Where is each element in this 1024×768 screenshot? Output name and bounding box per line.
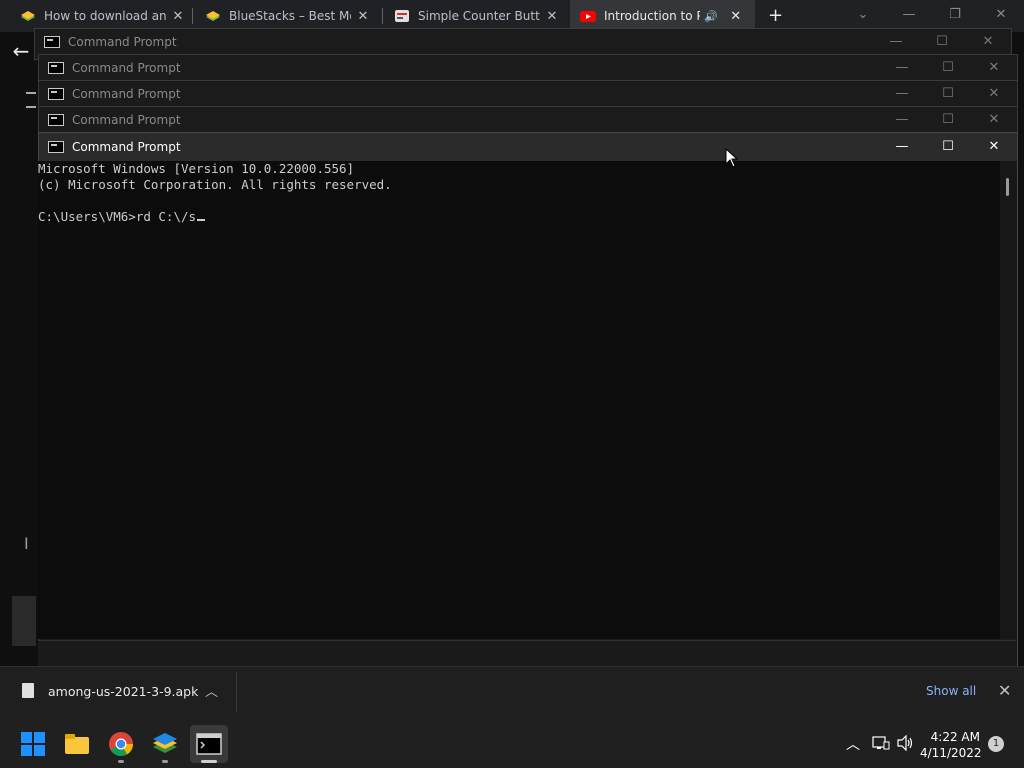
clock-date: 4/11/2022 — [920, 746, 982, 760]
maximize-icon[interactable]: ☐ — [925, 55, 971, 81]
text-cursor — [197, 219, 206, 221]
cmd-titlebar[interactable]: Command Prompt — ☐ ✕ — [39, 55, 1017, 81]
close-icon[interactable]: ✕ — [998, 681, 1011, 700]
console-prompt[interactable]: C:\Users\VM6>rd C:\/s — [38, 209, 1000, 225]
minimize-icon[interactable]: — — [879, 81, 925, 107]
console-input[interactable]: C:\Users\VM6>rd C:\/s — [38, 209, 196, 224]
file-explorer-icon[interactable] — [64, 731, 90, 757]
close-icon[interactable]: ✕ — [965, 29, 1011, 55]
terminal-icon[interactable] — [196, 731, 222, 757]
running-indicator — [162, 760, 168, 763]
cmd-titlebar[interactable]: Command Prompt — ☐ ✕ — [39, 133, 1017, 161]
system-clock[interactable]: 4:22 AM 4/11/2022 — [920, 729, 982, 761]
console-output[interactable]: Microsoft Windows [Version 10.0.22000.55… — [38, 161, 1000, 639]
tab-title: BlueStacks – Best Mobil — [229, 9, 351, 23]
tab-separator — [192, 8, 193, 24]
running-indicator — [118, 760, 124, 763]
close-icon[interactable]: ✕ — [170, 9, 186, 24]
close-icon[interactable]: ✕ — [971, 133, 1017, 161]
console-line: (c) Microsoft Corporation. All rights re… — [38, 177, 392, 192]
close-icon[interactable]: ✕ — [971, 55, 1017, 81]
network-icon[interactable] — [872, 735, 890, 751]
file-icon — [22, 683, 34, 698]
speaker-icon[interactable]: 🔊 — [704, 10, 718, 23]
console-line: Microsoft Windows [Version 10.0.22000.55… — [38, 161, 355, 176]
chrome-icon[interactable] — [108, 731, 134, 757]
windows-start-icon[interactable] — [20, 731, 46, 757]
cmd-title: Command Prompt — [72, 113, 181, 127]
cmd-icon — [48, 114, 64, 126]
chevron-up-icon[interactable]: ︿ — [205, 681, 218, 700]
mouse-pointer-icon — [725, 148, 739, 168]
cmd-title: Command Prompt — [72, 61, 181, 75]
cmd-title: Command Prompt — [72, 140, 181, 154]
bluestacks-icon[interactable] — [152, 731, 178, 757]
show-all-button[interactable]: Show all — [926, 684, 976, 698]
tab-title: How to download and i — [44, 9, 166, 23]
scrollbar-thumb[interactable] — [1006, 178, 1009, 196]
notification-badge[interactable]: 1 — [988, 736, 1004, 752]
cmd-titlebar[interactable]: Command Prompt — ☐ ✕ — [39, 107, 1017, 133]
pen-icon — [395, 10, 409, 22]
close-icon[interactable]: ✕ — [971, 81, 1017, 107]
cmd-titlebar[interactable]: Command Prompt — ☐ ✕ — [35, 29, 1011, 55]
new-tab-button[interactable]: + — [768, 5, 783, 26]
maximize-icon[interactable]: ☐ — [925, 107, 971, 133]
clock-time: 4:22 AM — [930, 730, 980, 744]
cmd-icon — [48, 141, 64, 153]
page-text-fragment: I — [24, 534, 29, 553]
divider — [236, 672, 237, 712]
youtube-icon — [580, 11, 596, 22]
cmd-bottom-area — [38, 640, 1016, 667]
chevron-up-icon[interactable]: ︿ — [846, 734, 860, 754]
close-icon[interactable]: ✕ — [971, 107, 1017, 133]
close-icon[interactable]: ✕ — [728, 9, 744, 24]
tab-title: Introduction to Pro — [604, 9, 700, 23]
minimize-icon[interactable]: — — [879, 133, 925, 161]
maximize-icon[interactable]: ☐ — [919, 29, 965, 55]
minimize-icon[interactable]: — — [879, 55, 925, 81]
tab-separator — [382, 8, 383, 24]
bluestacks-icon — [21, 11, 35, 21]
cmd-icon — [48, 62, 64, 74]
maximize-icon[interactable]: ☐ — [925, 133, 971, 161]
back-button[interactable]: ← — [8, 38, 34, 64]
tab-title: Simple Counter Button — [418, 9, 540, 23]
active-indicator — [201, 760, 217, 763]
minimize-icon[interactable]: — — [879, 107, 925, 133]
vertical-scrollbar[interactable] — [1000, 161, 1016, 639]
bluestacks-icon — [206, 11, 220, 21]
page-thumbnail — [12, 596, 36, 646]
menu-icon[interactable] — [26, 92, 36, 108]
cmd-title: Command Prompt — [68, 35, 177, 49]
cmd-titlebar[interactable]: Command Prompt — ☐ ✕ — [39, 81, 1017, 107]
cmd-title: Command Prompt — [72, 87, 181, 101]
minimize-icon[interactable]: — — [873, 29, 919, 55]
close-icon[interactable]: ✕ — [355, 9, 371, 24]
cmd-icon — [48, 88, 64, 100]
cmd-icon — [44, 36, 60, 48]
download-filename[interactable]: among-us-2021-3-9.apk — [48, 684, 198, 699]
close-icon[interactable]: ✕ — [544, 9, 560, 24]
maximize-icon[interactable]: ☐ — [925, 81, 971, 107]
volume-icon[interactable] — [897, 735, 915, 751]
